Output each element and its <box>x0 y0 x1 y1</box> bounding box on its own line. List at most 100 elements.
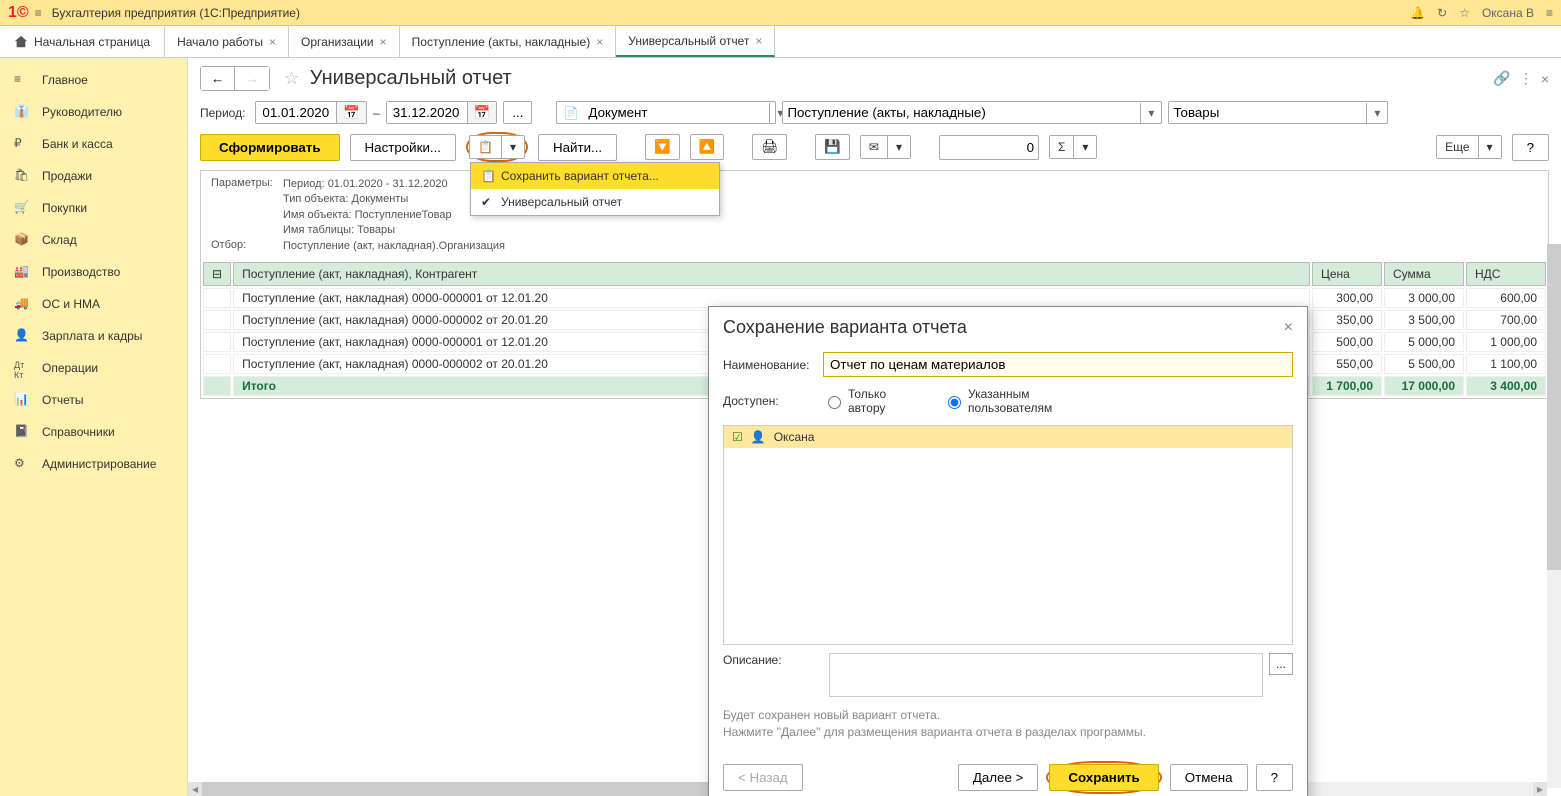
date-to-input[interactable]: 📅 <box>386 101 498 124</box>
column-header-vat: НДС <box>1466 262 1546 286</box>
radio-users[interactable]: Указанным пользователям <box>943 387 1043 415</box>
tab-close-icon[interactable]: × <box>596 35 603 49</box>
sigma-split-button[interactable]: Σ ▾ <box>1049 135 1097 159</box>
hamburger-icon[interactable]: ≡ <box>35 6 42 20</box>
sidebar-item-reports[interactable]: 📊Отчеты <box>0 384 187 416</box>
email-split-button[interactable]: ✉ ▾ <box>860 135 911 159</box>
table-row[interactable]: Поступление (акт, накладная) 0000-000001… <box>203 288 1546 308</box>
sidebar-item-manager[interactable]: 👔Руководителю <box>0 96 187 128</box>
link-icon[interactable]: 🔗 <box>1493 70 1510 87</box>
variants-arrow-icon[interactable]: ▾ <box>502 136 524 158</box>
print-button[interactable]: 🖨 <box>752 134 787 160</box>
tab-universal-report[interactable]: Универсальный отчет × <box>616 26 775 57</box>
tab-close-icon[interactable]: × <box>380 35 387 49</box>
sidebar-item-assets[interactable]: 🚚ОС и НМА <box>0 288 187 320</box>
total-price: 1 700,00 <box>1312 376 1382 396</box>
sigma-icon[interactable]: Σ <box>1050 136 1074 158</box>
radio-users-input[interactable] <box>948 396 961 409</box>
collapse-button[interactable]: 🔼 <box>690 134 725 160</box>
email-arrow-icon[interactable]: ▾ <box>888 136 910 158</box>
date-from-input[interactable]: 📅 <box>255 101 367 124</box>
save-button[interactable]: 💾 <box>815 134 850 160</box>
menu-lines-icon[interactable]: ≡ <box>1546 6 1553 20</box>
period-picker-button[interactable]: ... <box>503 101 532 124</box>
tab-organizations[interactable]: Организации × <box>289 26 400 57</box>
bell-icon[interactable]: 🔔 <box>1410 6 1425 20</box>
collapse-column[interactable]: ⊟ <box>203 262 231 286</box>
help-button[interactable]: ? <box>1512 134 1549 161</box>
forward-button[interactable]: → <box>235 67 268 90</box>
favorite-star-icon[interactable]: ☆ <box>284 68 300 89</box>
menu-save-variant[interactable]: 📋 Сохранить вариант отчета... <box>471 163 719 189</box>
sidebar-item-label: ОС и НМА <box>42 297 100 311</box>
ruble-icon: ₽ <box>14 136 30 152</box>
tab-start[interactable]: Начало работы × <box>165 26 289 57</box>
sidebar-item-sales[interactable]: 🛍Продажи <box>0 160 187 192</box>
save-variant-dialog: Сохранение варианта отчета × Наименовани… <box>708 306 1308 796</box>
save-button[interactable]: Сохранить <box>1049 764 1158 791</box>
menu-universal-report[interactable]: ✔ Универсальный отчет <box>471 189 719 215</box>
calendar-icon[interactable]: 📅 <box>467 102 497 123</box>
more-arrow-icon[interactable]: ▾ <box>1479 136 1501 158</box>
sidebar-item-catalogs[interactable]: 📓Справочники <box>0 416 187 448</box>
cancel-button[interactable]: Отмена <box>1170 764 1248 791</box>
type-dropdown[interactable]: 📄 ▾ <box>556 101 776 124</box>
sum-input[interactable] <box>939 135 1039 160</box>
name-input[interactable] <box>823 352 1293 377</box>
help-button[interactable]: ? <box>1256 764 1293 791</box>
total-sum: 17 000,00 <box>1384 376 1464 396</box>
tab-close-icon[interactable]: × <box>269 35 276 49</box>
user-row[interactable]: ☑ 👤 Оксана <box>724 426 1292 448</box>
user-name[interactable]: Оксана В <box>1482 6 1534 20</box>
close-page-icon[interactable]: × <box>1541 71 1549 87</box>
variants-split-button[interactable]: 📋 ▾ 📋 Сохранить вариант отчета... ✔ Унив… <box>469 135 525 159</box>
date-to-field[interactable] <box>387 102 467 123</box>
sidebar-item-warehouse[interactable]: 📦Склад <box>0 224 187 256</box>
vertical-scrollbar[interactable] <box>1547 244 1561 788</box>
more-split-button[interactable]: Еще ▾ <box>1436 135 1501 159</box>
dropdown-arrow-icon[interactable]: ▾ <box>1366 103 1387 123</box>
date-from-field[interactable] <box>256 102 336 123</box>
sidebar-item-production[interactable]: 🏭Производство <box>0 256 187 288</box>
expand-button[interactable]: 🔽 <box>645 134 680 160</box>
next-button[interactable]: Далее > <box>958 764 1039 791</box>
user-list[interactable]: ☑ 👤 Оксана <box>723 425 1293 645</box>
object-field[interactable] <box>783 102 1140 123</box>
dialog-close-icon[interactable]: × <box>1284 319 1293 337</box>
radio-author-input[interactable] <box>828 396 841 409</box>
scroll-right-icon[interactable]: ▸ <box>1533 782 1547 796</box>
sigma-arrow-icon[interactable]: ▾ <box>1074 136 1096 158</box>
bag-icon: 🛍 <box>14 168 30 184</box>
back-button[interactable]: ← <box>201 67 235 90</box>
email-icon[interactable]: ✉ <box>861 136 888 158</box>
back-button[interactable]: < Назад <box>723 764 803 791</box>
object-dropdown[interactable]: ▾ <box>782 101 1162 124</box>
desc-picker-button[interactable]: ... <box>1269 653 1293 675</box>
more-menu-icon[interactable]: ⋮ <box>1519 70 1533 87</box>
sidebar-item-main[interactable]: ≡Главное <box>0 64 187 96</box>
sidebar-item-purchases[interactable]: 🛒Покупки <box>0 192 187 224</box>
find-button[interactable]: Найти... <box>538 134 617 161</box>
dropdown-arrow-icon[interactable]: ▾ <box>1140 103 1161 123</box>
more-label[interactable]: Еще <box>1437 136 1478 158</box>
star-icon[interactable]: ☆ <box>1459 6 1470 20</box>
home-tab[interactable]: Начальная страница <box>0 26 165 57</box>
settings-button[interactable]: Настройки... <box>350 134 456 161</box>
checkbox-checked-icon[interactable]: ☑ <box>732 430 743 444</box>
variants-icon[interactable]: 📋 <box>470 136 502 158</box>
sidebar-item-operations[interactable]: ДтКтОперации <box>0 352 187 384</box>
tab-receipts[interactable]: Поступление (акты, накладные) × <box>400 26 617 57</box>
calendar-icon[interactable]: 📅 <box>336 102 366 123</box>
history-icon[interactable]: ↻ <box>1437 6 1447 20</box>
radio-author[interactable]: Только автору <box>823 387 923 415</box>
table-field[interactable] <box>1169 102 1366 123</box>
sidebar-item-admin[interactable]: ⚙Администрирование <box>0 448 187 480</box>
sidebar-item-bank[interactable]: ₽Банк и касса <box>0 128 187 160</box>
scroll-left-icon[interactable]: ◂ <box>188 782 202 796</box>
sidebar-item-salary[interactable]: 👤Зарплата и кадры <box>0 320 187 352</box>
table-dropdown[interactable]: ▾ <box>1168 101 1388 124</box>
tab-close-icon[interactable]: × <box>755 34 762 48</box>
type-field[interactable] <box>584 102 769 123</box>
generate-button[interactable]: Сформировать <box>200 134 340 161</box>
desc-textarea[interactable] <box>829 653 1263 697</box>
